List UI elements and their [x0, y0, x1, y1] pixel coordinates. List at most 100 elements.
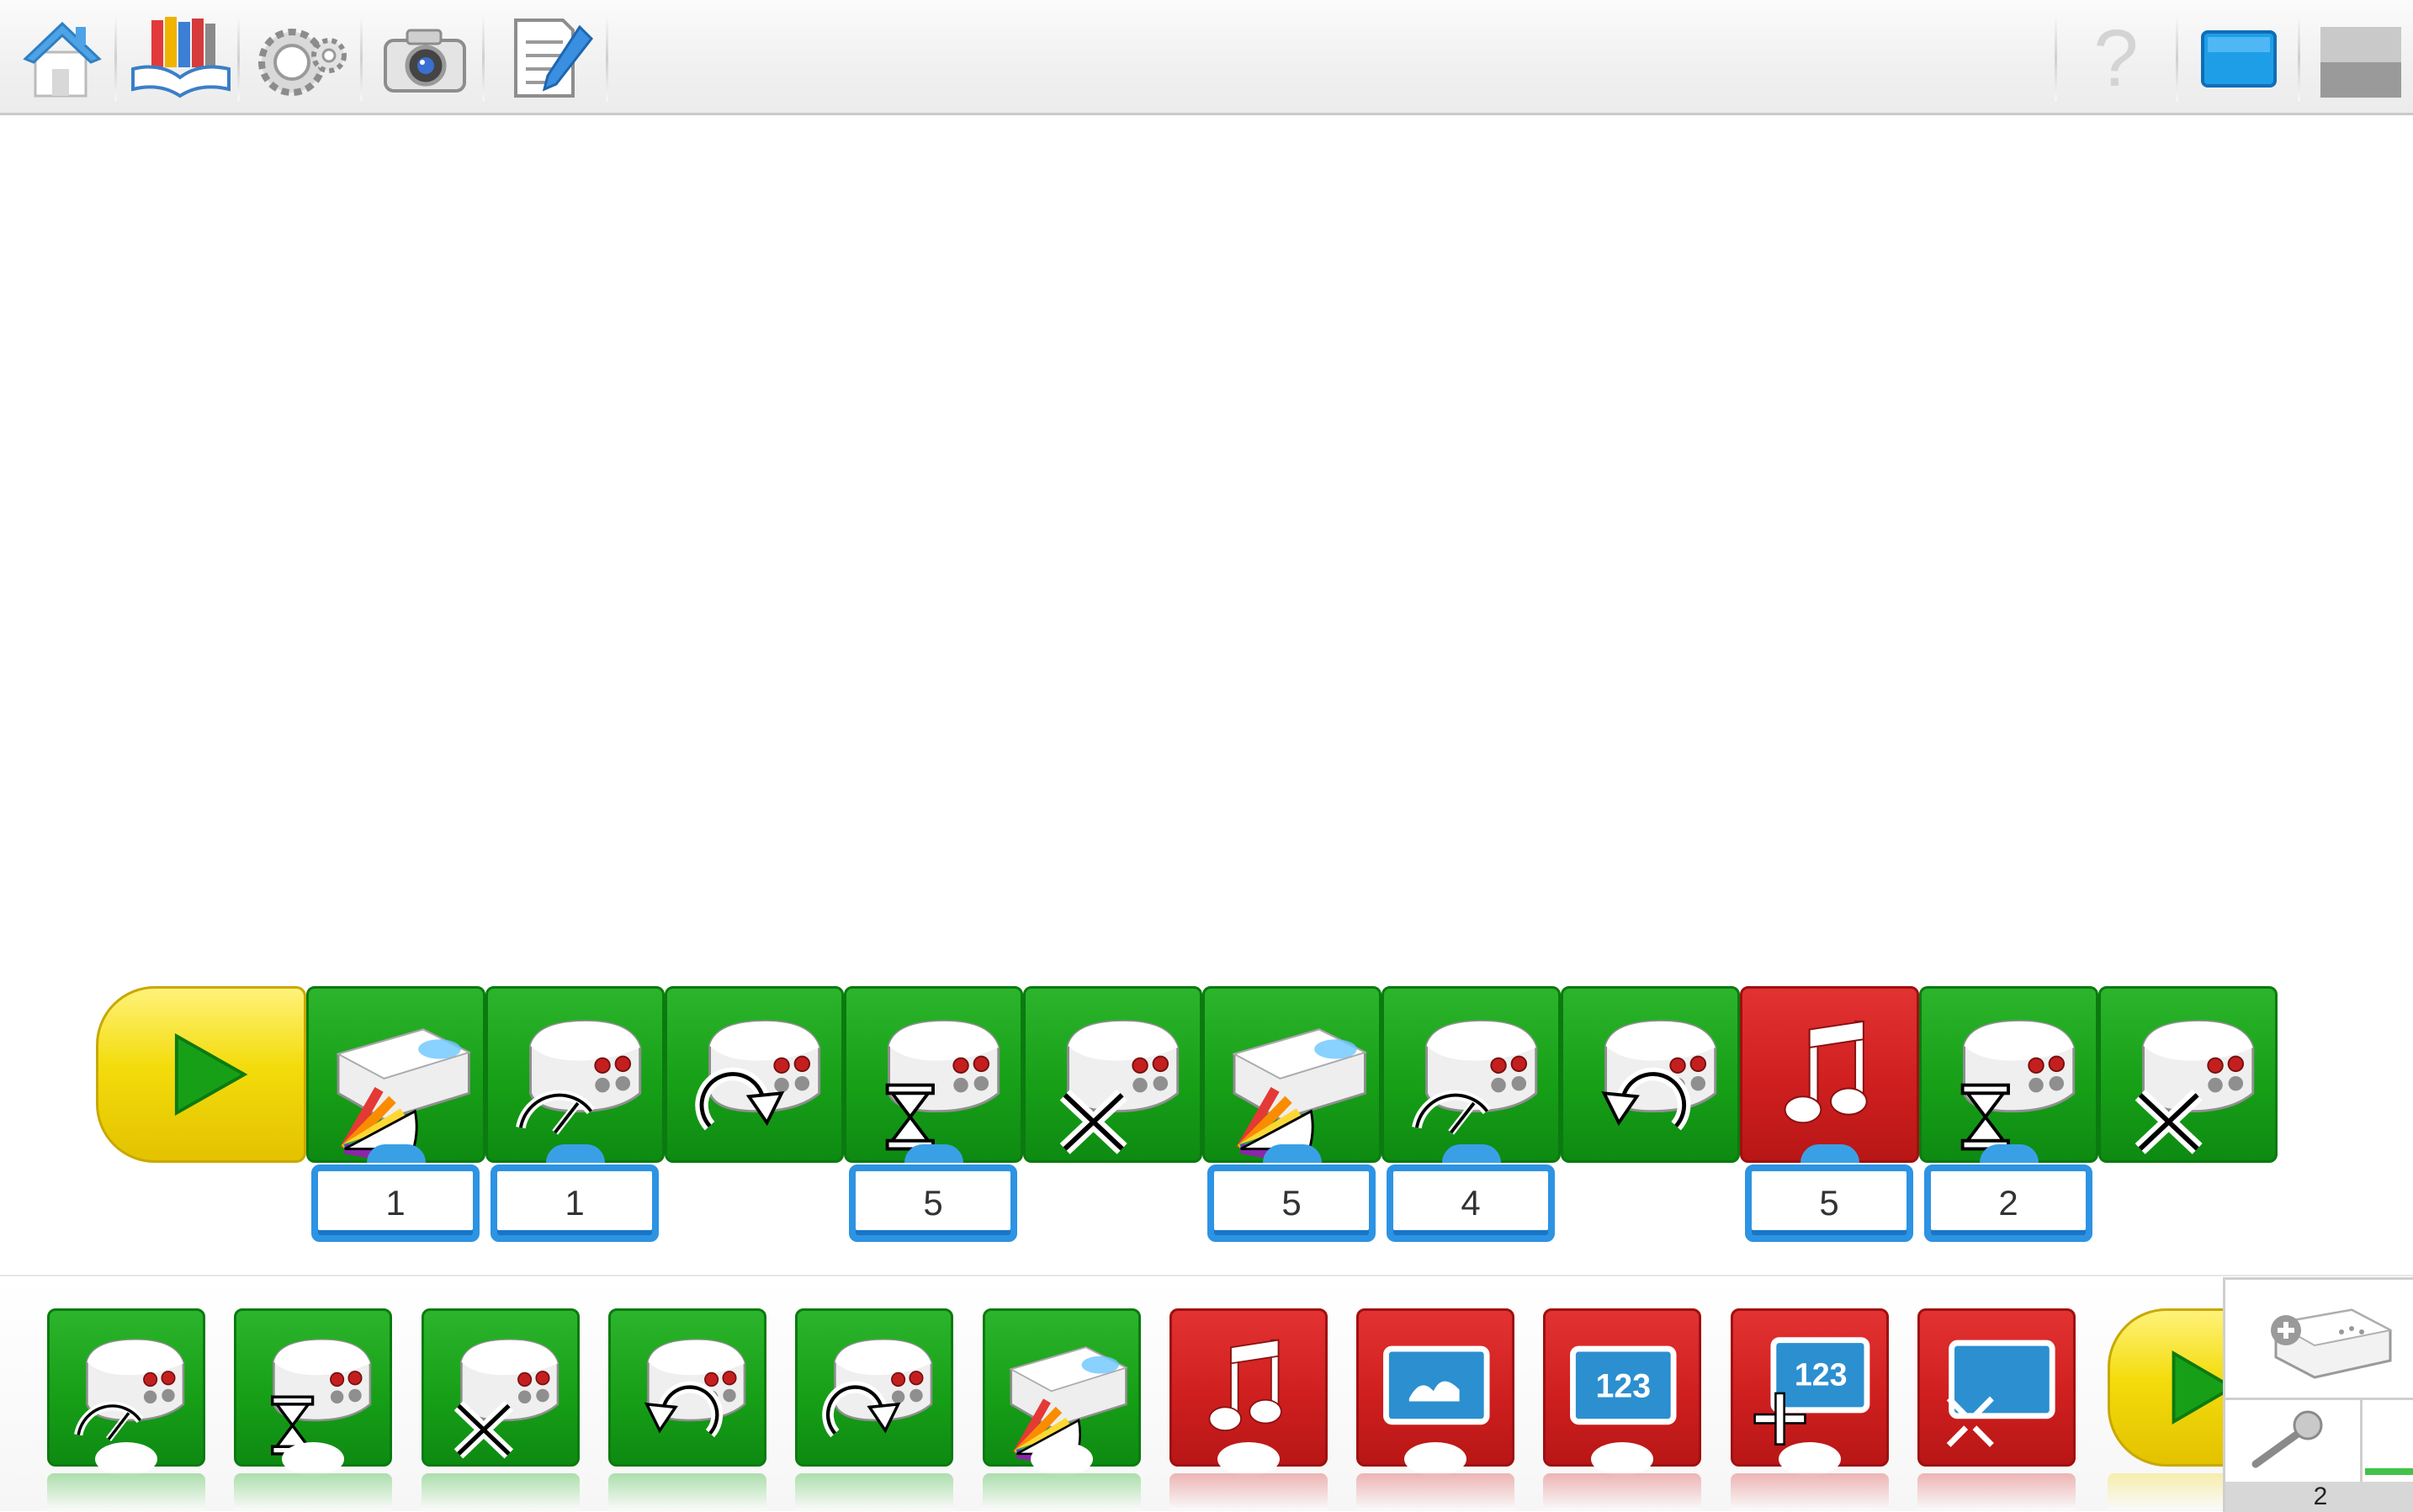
block-reflection	[795, 1473, 953, 1510]
param-input[interactable]: 4	[1387, 1165, 1555, 1242]
block-reflection	[47, 1473, 205, 1510]
param-input[interactable]: 1	[311, 1165, 480, 1242]
notes-button[interactable]	[492, 8, 602, 106]
block-reflection	[1731, 1473, 1889, 1510]
play-sound-icon	[1784, 1020, 1868, 1124]
param-connector	[1262, 1144, 1322, 1163]
param-notch	[1031, 1442, 1093, 1476]
param-notch	[282, 1442, 344, 1476]
block-reflection	[1917, 1473, 2076, 1510]
motor-on-for-icon	[885, 1020, 1000, 1151]
palette-block-motor-counterclockwise[interactable]	[608, 1308, 766, 1510]
camera-button[interactable]	[370, 8, 480, 106]
hub-light-color-icon	[336, 1028, 472, 1160]
library-button[interactable]	[126, 8, 236, 106]
block-reflection	[1356, 1473, 1514, 1510]
play-sound-icon	[1208, 1339, 1282, 1431]
start-block[interactable]	[96, 986, 306, 1163]
house-icon	[23, 21, 102, 98]
motor-clockwise-icon	[822, 1339, 933, 1438]
hub-light-color-icon	[1232, 1028, 1368, 1160]
program-block-motor-off[interactable]	[1023, 986, 1202, 1163]
motor-power-icon	[1412, 1020, 1538, 1135]
palette-block-display-minimize[interactable]	[1917, 1308, 2076, 1510]
param-notch	[1779, 1442, 1841, 1476]
help-button[interactable]: ?	[2061, 8, 2171, 106]
connected-devices-panel: 2	[2223, 1277, 2413, 1512]
palette-block-play-sound[interactable]	[1169, 1308, 1328, 1510]
display-add-icon: 123	[1753, 1337, 1870, 1446]
program-block-motor-power[interactable]	[485, 986, 665, 1163]
palette-block-motor-on-for[interactable]	[234, 1308, 392, 1510]
param-connector	[366, 1144, 426, 1163]
display-minimize-icon	[1946, 1340, 2055, 1447]
program-block-motor-on-for[interactable]	[1919, 986, 2098, 1163]
books-icon	[131, 17, 231, 98]
param-input[interactable]: 5	[1207, 1165, 1376, 1242]
program-block-hub-light-color[interactable]	[306, 986, 485, 1163]
program-block-play-sound[interactable]	[1740, 986, 1919, 1163]
document-pencil-icon	[514, 19, 593, 98]
device-level-bar	[2365, 1468, 2413, 1475]
svg-text:123: 123	[1595, 1367, 1651, 1404]
motor-clockwise-icon	[695, 1020, 821, 1131]
palette-block-hub-light-color[interactable]	[983, 1308, 1141, 1510]
microphone-icon	[2251, 1410, 2323, 1468]
param-connector	[1441, 1144, 1501, 1163]
param-input[interactable]: 5	[849, 1165, 1017, 1242]
program-block-motor-clockwise[interactable]	[665, 986, 844, 1163]
screen-button[interactable]	[2184, 8, 2294, 106]
palette-block-motor-power[interactable]	[47, 1308, 205, 1510]
program-block-motor-on-for[interactable]	[844, 986, 1023, 1163]
param-connector	[904, 1144, 963, 1163]
palette-block-display-background[interactable]	[1356, 1308, 1514, 1510]
motor-off-icon	[2135, 1020, 2255, 1154]
block-reflection	[1169, 1473, 1328, 1510]
palette-block-motor-clockwise[interactable]	[795, 1308, 953, 1510]
program-block-motor-power[interactable]	[1382, 986, 1561, 1163]
question-icon: ?	[2093, 13, 2138, 103]
param-connector	[545, 1144, 605, 1163]
param-notch	[1404, 1442, 1466, 1476]
motor-off-icon	[453, 1339, 559, 1459]
program-block-hub-light-color[interactable]	[1202, 986, 1382, 1163]
motor-counterclockwise-icon	[644, 1339, 746, 1438]
param-input[interactable]: 5	[1745, 1165, 1913, 1242]
hub-light-color-icon	[1009, 1345, 1128, 1464]
block-reflection	[983, 1473, 1141, 1510]
palette-block-display-add[interactable]: 123	[1731, 1308, 1889, 1510]
motor-power-icon	[516, 1020, 642, 1135]
camera-icon	[384, 29, 466, 93]
hub-slot[interactable]	[2225, 1280, 2413, 1400]
motor-on-for-icon	[1960, 1020, 2076, 1151]
device-count: 2	[2225, 1482, 2413, 1512]
palette-block-display-text[interactable]: 123	[1543, 1308, 1701, 1510]
block-palette: 123 123	[0, 1275, 2413, 1511]
motor-counterclockwise-icon	[1601, 1020, 1717, 1131]
home-button[interactable]	[8, 8, 118, 106]
block-reflection	[608, 1473, 766, 1510]
blue-screen-icon	[2201, 30, 2277, 88]
top-toolbar: ?	[0, 0, 2413, 115]
motor-off-icon	[1059, 1020, 1180, 1154]
gray-panel-icon	[2320, 27, 2401, 98]
motor-on-for-icon	[271, 1339, 372, 1456]
display-background-icon	[1383, 1345, 1490, 1425]
program-block-motor-off[interactable]	[2098, 986, 2278, 1163]
panel-toggle-button[interactable]	[2307, 8, 2413, 106]
param-input[interactable]: 1	[491, 1165, 659, 1242]
program-block-motor-counterclockwise[interactable]	[1561, 986, 1740, 1163]
param-input[interactable]: 2	[1924, 1165, 2092, 1242]
block-reflection	[422, 1473, 580, 1510]
microphone-slot[interactable]	[2225, 1400, 2363, 1484]
param-connector	[1800, 1144, 1859, 1163]
param-connector	[1979, 1144, 2039, 1163]
display-text-icon: 123	[1570, 1345, 1677, 1425]
gears-button[interactable]	[248, 8, 358, 106]
block-reflection	[1543, 1473, 1701, 1510]
param-notch	[1591, 1442, 1653, 1476]
param-notch	[95, 1442, 157, 1476]
motor-power-icon	[74, 1339, 185, 1441]
palette-block-motor-off[interactable]	[422, 1308, 580, 1510]
svg-text:123: 123	[1795, 1357, 1848, 1393]
